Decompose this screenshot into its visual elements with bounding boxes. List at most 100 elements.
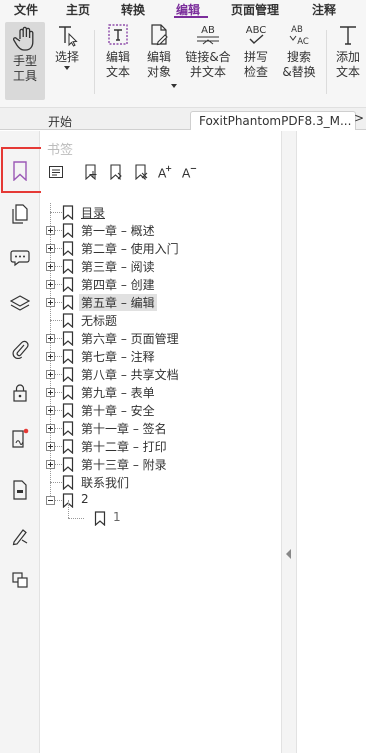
bookmark-icon[interactable] — [10, 160, 30, 182]
bookmark-item[interactable]: 目录 — [41, 203, 281, 221]
edit-object-button[interactable]: 编辑 对象 — [140, 22, 178, 88]
expand-bookmark-icon[interactable] — [108, 164, 124, 180]
bookmark-item[interactable]: 第十章 – 安全 — [41, 401, 281, 419]
bookmark-icon — [62, 439, 74, 454]
tab-scroll-right-arrow[interactable]: > — [354, 111, 364, 125]
edit-object-icon — [151, 24, 168, 46]
bookmark-label: 联系我们 — [81, 476, 130, 490]
bookmark-label: 2 — [81, 492, 89, 506]
bookmark-item[interactable]: 联系我们 — [41, 473, 281, 491]
bookmark-item[interactable]: 2 — [41, 491, 281, 509]
collapse-panel-arrow-icon[interactable] — [286, 549, 291, 559]
expand-toggle-icon[interactable] — [46, 460, 55, 469]
bookmark-label: 1 — [113, 510, 121, 524]
add-bookmark-icon[interactable] — [83, 164, 99, 180]
ribbon-toolbar: 手型 工具 选择 编辑 文本 编辑 对象 AB 链接&合 并文本 ABC 拼写 … — [0, 18, 366, 108]
content-icon[interactable] — [10, 569, 30, 591]
document-view[interactable] — [297, 131, 366, 753]
pen-icon[interactable] — [10, 525, 30, 547]
tab-document[interactable]: FoxitPhantomPDF8.3_M... — [190, 111, 356, 130]
hand-icon — [13, 26, 34, 51]
bookmark-icon — [62, 421, 74, 436]
expand-toggle-icon[interactable] — [46, 334, 55, 343]
tree-connector-line — [50, 320, 62, 321]
menu-page-management[interactable]: 页面管理 — [231, 1, 279, 18]
bookmark-label: 无标题 — [81, 314, 118, 328]
bookmark-item[interactable]: 第十一章 – 签名 — [41, 419, 281, 437]
expand-toggle-icon[interactable] — [46, 406, 55, 415]
menu-comment[interactable]: 注释 — [312, 1, 336, 18]
decrease-font-size-icon[interactable]: A — [181, 164, 197, 180]
link-merge-text-button[interactable]: AB 链接&合 并文本 — [184, 22, 232, 80]
tab-start[interactable]: 开始 — [40, 111, 80, 130]
bookmark-item[interactable]: 第一章 – 概述 — [41, 221, 281, 239]
bookmark-item[interactable]: 无标题 — [41, 311, 281, 329]
bookmark-icon — [62, 277, 74, 292]
expand-toggle-icon[interactable] — [46, 280, 55, 289]
add-text-icon — [340, 26, 356, 45]
bookmark-label: 第三章 – 阅读 — [81, 260, 155, 274]
security-icon[interactable] — [10, 382, 30, 404]
svg-text:ABC: ABC — [246, 25, 267, 36]
bookmark-icon — [62, 367, 74, 382]
bookmark-icon — [62, 295, 74, 310]
tree-connector-line — [68, 518, 84, 519]
edit-text-button[interactable]: 编辑 文本 — [100, 22, 136, 80]
bookmark-item[interactable]: 第六章 – 页面管理 — [41, 329, 281, 347]
delete-bookmark-icon[interactable] — [133, 164, 149, 180]
add-text-button[interactable]: 添加 文本 — [332, 22, 364, 80]
search-replace-label: 搜索 &替换 — [282, 50, 316, 79]
expand-toggle-icon[interactable] — [46, 370, 55, 379]
svg-text:AB: AB — [291, 25, 303, 35]
bookmark-item[interactable]: 第十二章 – 打印 — [41, 437, 281, 455]
hand-tool-button[interactable]: 手型 工具 — [5, 22, 45, 100]
select-button[interactable]: 选择 — [50, 22, 84, 70]
attachment-icon[interactable] — [10, 338, 30, 360]
bookmark-item[interactable]: 第四章 – 创建 — [41, 275, 281, 293]
bookmark-icon — [62, 313, 74, 328]
expand-toggle-icon[interactable] — [46, 298, 55, 307]
layers-icon[interactable] — [10, 293, 30, 315]
bookmark-icon — [62, 241, 74, 256]
expand-toggle-icon[interactable] — [46, 388, 55, 397]
expand-toggle-icon[interactable] — [46, 226, 55, 235]
bookmark-icon — [62, 331, 74, 346]
expand-toggle-icon[interactable] — [46, 424, 55, 433]
panel-splitter[interactable] — [281, 131, 297, 753]
expand-toggle-icon[interactable] — [46, 442, 55, 451]
bookmark-options-icon[interactable] — [48, 164, 64, 180]
bookmark-item[interactable]: 第八章 – 共享文档 — [41, 365, 281, 383]
bookmark-label: 第二章 – 使用入门 — [81, 242, 179, 256]
collapse-toggle-icon[interactable] — [46, 496, 55, 505]
expand-toggle-icon[interactable] — [46, 352, 55, 361]
search-replace-icon: AB AC — [289, 25, 309, 47]
bookmark-item[interactable]: 第九章 – 表单 — [41, 383, 281, 401]
comment-icon[interactable] — [10, 247, 30, 269]
bookmark-item[interactable]: 第七章 – 注释 — [41, 347, 281, 365]
expand-toggle-icon[interactable] — [46, 262, 55, 271]
menu-home[interactable]: 主页 — [66, 1, 90, 18]
bookmark-label: 第十一章 – 签名 — [81, 422, 167, 436]
bookmark-item[interactable]: 第三章 – 阅读 — [41, 257, 281, 275]
bookmark-item[interactable]: 1 — [41, 500, 281, 527]
link-merge-text-label: 链接&合 并文本 — [185, 50, 231, 79]
select-text-icon — [59, 26, 78, 47]
expand-toggle-icon[interactable] — [46, 244, 55, 253]
bookmark-item[interactable]: 第五章 – 编辑 — [41, 293, 281, 311]
pages-icon[interactable] — [10, 203, 30, 225]
bookmark-item[interactable]: 第二章 – 使用入门 — [41, 239, 281, 257]
edit-object-dropdown-caret[interactable] — [171, 84, 177, 88]
menu-convert[interactable]: 转换 — [121, 1, 145, 18]
bookmark-label: 目录 — [81, 206, 106, 220]
signature-panel-icon[interactable] — [10, 428, 30, 450]
document-tab-bar: 开始 FoxitPhantomPDF8.3_M... > — [0, 108, 366, 130]
select-dropdown-caret[interactable] — [64, 66, 70, 70]
bookmark-label: 第五章 – 编辑 — [79, 294, 157, 311]
form-field-icon[interactable] — [10, 479, 30, 501]
spell-check-button[interactable]: ABC 拼写 检查 — [238, 22, 274, 80]
menu-file[interactable]: 文件 — [14, 1, 38, 18]
bookmark-item[interactable]: 第十三章 – 附录 — [41, 455, 281, 473]
increase-font-size-icon[interactable]: A — [157, 164, 173, 180]
search-replace-button[interactable]: AB AC 搜索 &替换 — [280, 22, 318, 80]
bookmark-label: 第十三章 – 附录 — [81, 458, 167, 472]
